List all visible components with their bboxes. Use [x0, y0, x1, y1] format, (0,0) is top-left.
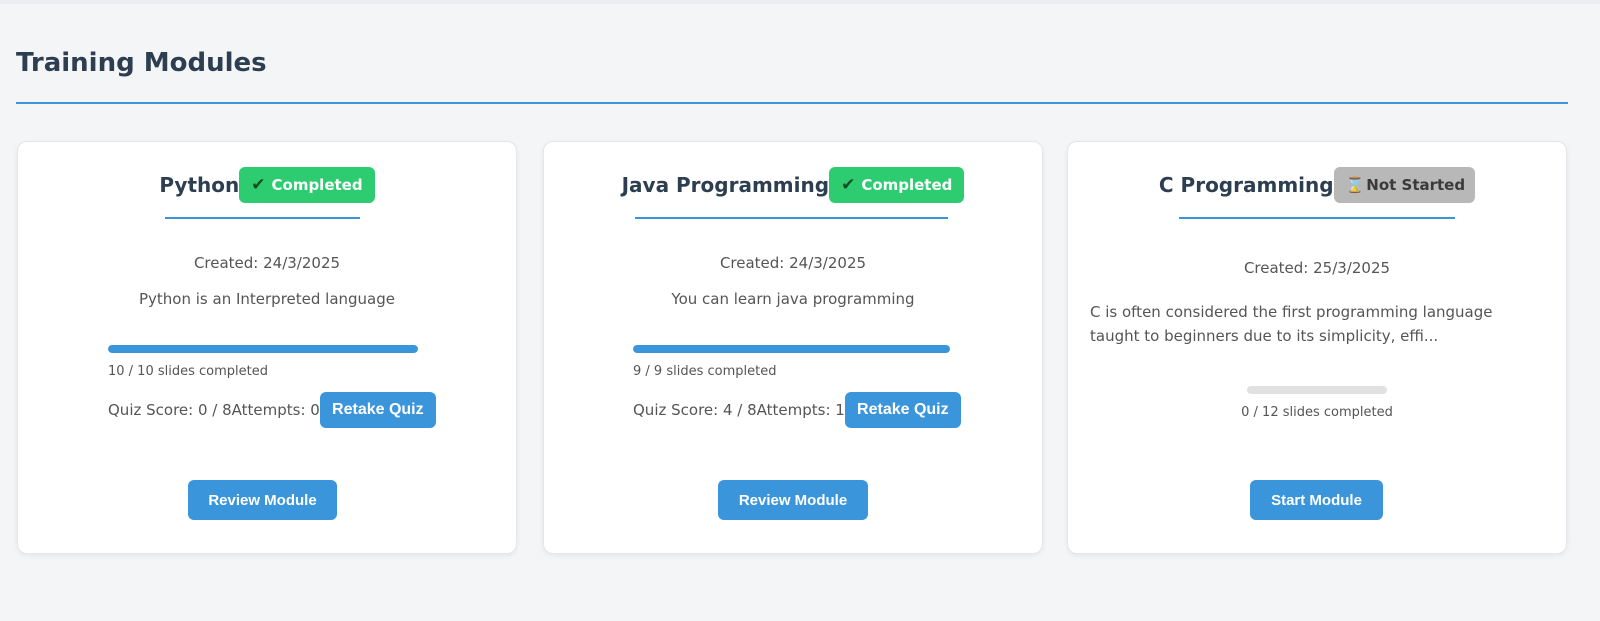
page-title: Training Modules — [16, 48, 267, 78]
created-date: Created: 25/3/2025 — [1243, 259, 1391, 277]
header-divider — [1179, 217, 1455, 219]
check-icon: ✔ — [841, 175, 856, 195]
slides-completed: 9 / 9 slides completed — [633, 364, 777, 379]
module-title: Java Programming — [621, 173, 830, 197]
created-date: Created: 24/3/2025 — [193, 254, 341, 272]
module-description: Python is an Interpreted language — [138, 290, 395, 308]
module-card-java: Java Programming ✔ Completed Created: 24… — [543, 141, 1043, 554]
retake-quiz-button[interactable]: Retake Quiz — [319, 392, 436, 428]
title-divider — [16, 102, 1568, 104]
progress-bar — [108, 345, 418, 353]
header-divider — [635, 217, 948, 219]
quiz-row: Quiz Score: 0 / 8Attempts: 0 Retake Quiz — [108, 392, 436, 428]
top-border — [0, 0, 1600, 4]
module-header: Python ✔ Completed — [18, 167, 516, 203]
module-description: You can learn java programming — [671, 290, 915, 308]
quiz-score: Quiz Score: 4 / 8Attempts: 1 — [633, 401, 845, 419]
header-divider — [165, 217, 360, 219]
status-label: Not Started — [1366, 176, 1466, 194]
progress-fill — [633, 345, 950, 353]
module-header: C Programming ⌛ Not Started — [1068, 167, 1566, 203]
quiz-score: Quiz Score: 0 / 8Attempts: 0 — [108, 401, 320, 419]
review-module-button[interactable]: Review Module — [188, 480, 337, 520]
status-badge: ⌛ Not Started — [1333, 167, 1476, 203]
module-header: Java Programming ✔ Completed — [544, 167, 1042, 203]
status-badge: ✔ Completed — [239, 167, 375, 203]
status-label: Completed — [271, 176, 363, 194]
status-label: Completed — [861, 176, 953, 194]
module-description: C is often considered the first programm… — [1090, 303, 1493, 345]
start-module-button[interactable]: Start Module — [1250, 480, 1383, 520]
module-card-python: Python ✔ Completed Created: 24/3/2025 Py… — [17, 141, 517, 554]
module-card-c: C Programming ⌛ Not Started Created: 25/… — [1067, 141, 1567, 554]
check-icon: ✔ — [251, 175, 266, 195]
slides-completed: 10 / 10 slides completed — [108, 364, 268, 379]
module-title: C Programming — [1158, 173, 1334, 197]
retake-quiz-button[interactable]: Retake Quiz — [844, 392, 961, 428]
status-badge: ✔ Completed — [829, 167, 965, 203]
progress-bar — [633, 345, 950, 353]
module-title: Python — [159, 173, 240, 197]
quiz-row: Quiz Score: 4 / 8Attempts: 1 Retake Quiz — [633, 392, 961, 428]
review-module-button[interactable]: Review Module — [718, 480, 868, 520]
hourglass-icon: ⌛ — [1345, 176, 1365, 194]
slides-completed: 0 / 12 slides completed — [1241, 405, 1393, 420]
created-date: Created: 24/3/2025 — [719, 254, 867, 272]
progress-fill — [108, 345, 418, 353]
progress-bar — [1247, 386, 1387, 394]
